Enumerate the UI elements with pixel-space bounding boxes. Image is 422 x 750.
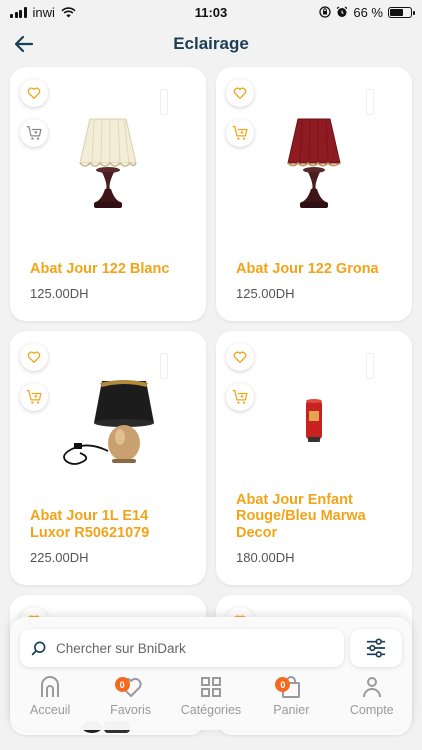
nav-item-categories[interactable]: Catégories [173,675,249,723]
carrier-label: inwi [32,4,55,20]
cart-add-icon [232,389,248,404]
nav-item-compte[interactable]: Compte [334,675,410,723]
add-to-cart-button[interactable] [20,119,48,147]
app-header: Eclairage [0,28,422,60]
cart-add-icon [26,389,42,404]
nav-item-label: Acceuil [30,703,71,717]
nav-item-label: Panier [273,703,310,717]
alarm-icon [336,6,348,17]
product-price: 225.00DH [30,550,89,565]
signal-icon [10,6,27,18]
product-price: 180.00DH [236,550,295,565]
lamp-cream-shade-icon [79,118,137,208]
orientation-lock-icon [319,6,332,18]
cart-add-icon [26,125,42,140]
favorite-button[interactable] [20,343,48,371]
status-bar: inwi 11:03 66 % [0,0,422,24]
filter-sliders-icon [366,638,386,658]
product-card[interactable]: Abat Jour 1L E14 Luxor R50621079 225.00D… [10,331,206,585]
nav-item-label: Favoris [110,703,152,717]
product-price: 125.00DH [236,286,295,301]
status-time: 11:03 [194,4,228,20]
nav-item-favoris[interactable]: 0 Favoris [93,675,169,723]
wifi-icon [61,6,76,17]
heart-icon [27,87,41,99]
add-to-cart-button[interactable] [226,119,254,147]
favorites-count-badge: 0 [114,677,130,692]
nav-item-acceuil[interactable]: Acceuil [12,675,88,723]
product-name[interactable]: Abat Jour 122 Grona [236,261,398,278]
page-title: Eclairage [173,34,249,53]
status-left: inwi [10,5,76,20]
add-to-cart-button[interactable] [226,383,254,411]
lamp-red-shade-icon [287,118,341,208]
nav-item-label: Catégories [180,703,242,717]
user-icon [362,677,381,698]
product-name[interactable]: Abat Jour 1L E14 Luxor R50621079 [30,508,192,541]
heart-icon [233,351,247,363]
search-input[interactable] [56,640,326,656]
grid-icon [200,677,221,697]
home-icon [41,676,60,697]
battery-fill [390,8,404,16]
product-card[interactable]: Abat Jour 122 Grona 125.00DH [216,67,412,321]
product-card[interactable]: Abat Jour 122 Blanc 125.00DH [10,67,206,321]
lamp-black-shade-icon [63,380,154,465]
nav-item-label: Compte [349,703,394,717]
search-bar[interactable] [20,629,344,667]
cart-add-icon [232,125,248,140]
favorite-button[interactable] [226,343,254,371]
heart-icon [233,87,247,99]
favorite-button[interactable] [226,79,254,107]
back-arrow-icon[interactable] [12,32,36,56]
filter-button[interactable] [350,629,402,667]
product-price: 125.00DH [30,286,89,301]
nav-item-panier[interactable]: 0 Panier [253,675,329,723]
search-icon [31,641,46,656]
status-right: 66 % [319,4,415,20]
product-card[interactable]: Abat Jour Enfant Rouge/Bleu Marwa Decor … [216,331,412,585]
bottom-nav: Acceuil 0 Favoris Catégories 0 Panier Co… [10,675,412,723]
battery-icon [388,6,415,18]
product-name[interactable]: Abat Jour 122 Blanc [30,261,192,278]
product-name[interactable]: Abat Jour Enfant Rouge/Bleu Marwa Decor [236,492,398,542]
lamp-kids-red-icon [306,399,322,442]
heart-icon [27,351,41,363]
favorite-button[interactable] [20,79,48,107]
add-to-cart-button[interactable] [20,383,48,411]
bottom-panel: Acceuil 0 Favoris Catégories 0 Pani [10,617,412,730]
battery-percent: 66 % [353,4,383,20]
